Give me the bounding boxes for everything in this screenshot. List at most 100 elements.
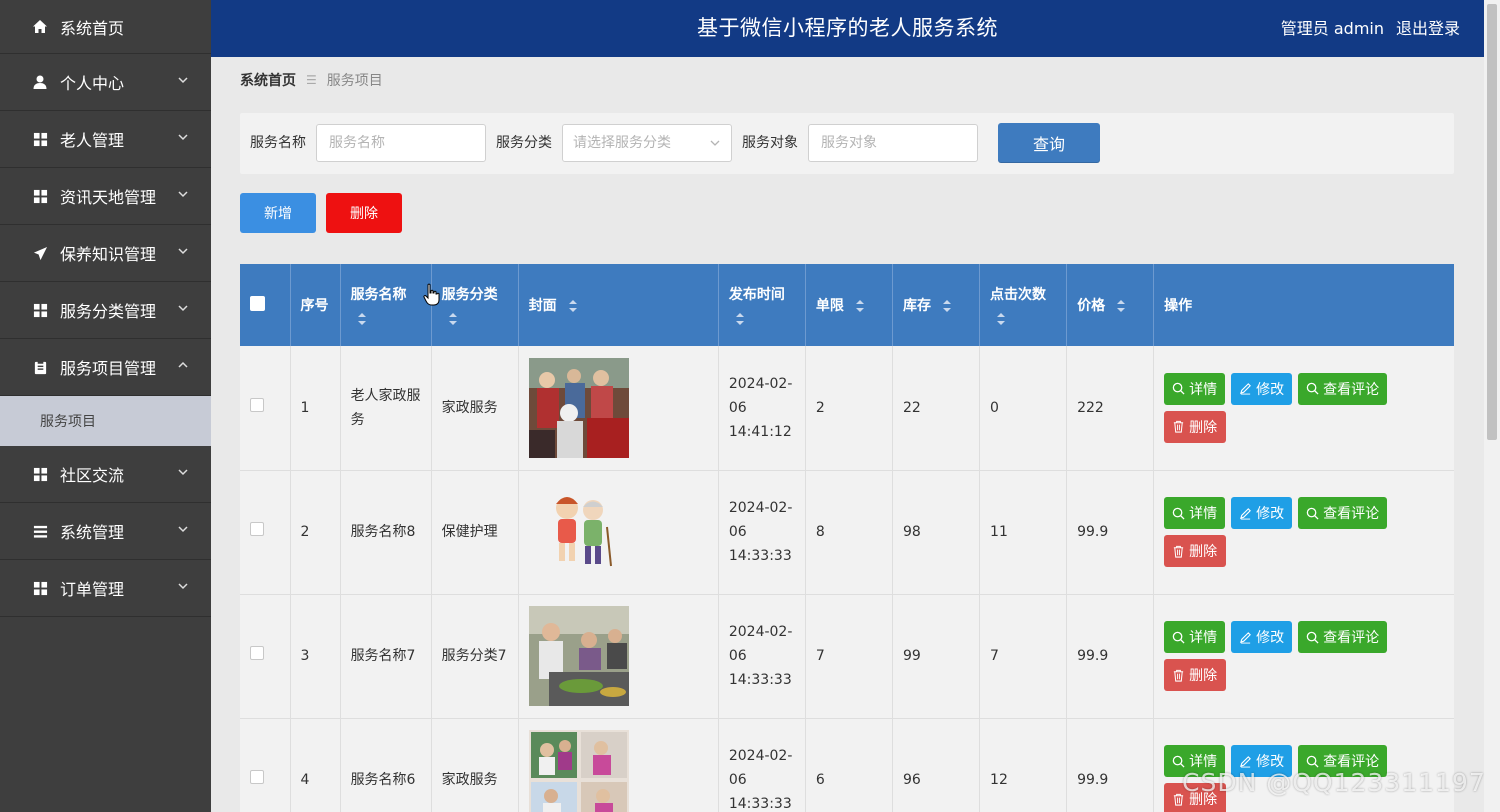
cell-operations: 详情 修改 查看评论 删除: [1153, 718, 1454, 812]
sidebar-item-news-management[interactable]: 资讯天地管理: [0, 168, 211, 225]
cell-service-category: 服务分类7: [431, 594, 519, 719]
chevron-down-icon: [178, 191, 188, 198]
row-select-cell: [240, 718, 291, 812]
sidebar-item-label: 个人中心: [60, 74, 125, 93]
sidebar-item-label: 老人管理: [60, 131, 125, 150]
sidebar-item-service-category[interactable]: 服务分类管理: [0, 282, 211, 339]
detail-button[interactable]: 详情: [1164, 621, 1226, 653]
column-clicks[interactable]: 点击次数: [979, 264, 1068, 346]
column-label: 封面: [528, 298, 557, 314]
sidebar-item-home[interactable]: 系统首页: [0, 0, 211, 54]
service-category-select[interactable]: 请选择服务分类: [562, 124, 732, 162]
cover-image-cartoon-elderly[interactable]: [528, 482, 629, 582]
cell-price: 99.9: [1066, 594, 1155, 719]
trash-icon: [1174, 669, 1184, 682]
trash-icon: [1174, 421, 1184, 433]
cell-publish-time: 2024-02-06 14:41:12: [718, 346, 806, 471]
search-icon: [1172, 382, 1185, 395]
column-cover[interactable]: 封面: [518, 264, 719, 346]
edit-button[interactable]: 修改: [1231, 372, 1293, 405]
service-target-input[interactable]: [808, 124, 978, 162]
sort-icon[interactable]: [996, 312, 1006, 326]
select-all-checkbox[interactable]: [250, 295, 265, 311]
sort-icon[interactable]: [357, 312, 367, 326]
cell-price: 99.9: [1066, 470, 1155, 595]
pencil-icon: [1240, 631, 1252, 644]
cover-image-meal-service[interactable]: [528, 606, 629, 706]
list-icon: [32, 523, 48, 539]
column-service-category[interactable]: 服务分类: [431, 264, 519, 346]
sidebar-item-label: 资讯天地管理: [60, 188, 157, 207]
cell-index: 4: [290, 718, 341, 812]
edit-button[interactable]: 修改: [1231, 497, 1293, 529]
sidebar-item-elderly-management[interactable]: 老人管理: [0, 111, 211, 168]
sidebar-item-community[interactable]: 社区交流: [0, 446, 211, 503]
logout-link[interactable]: 退出登录: [1396, 0, 1460, 57]
column-stock[interactable]: 库存: [892, 264, 981, 346]
sort-icon[interactable]: [1116, 299, 1126, 313]
scrollbar-thumb[interactable]: [1487, 4, 1497, 440]
detail-button[interactable]: 详情: [1164, 497, 1226, 529]
sort-icon[interactable]: [448, 312, 458, 326]
table-row: 2 服务名称8 保健护理 2024-02-06 14:33:33 8 98 11: [240, 470, 1454, 595]
delete-button[interactable]: 删除: [1164, 535, 1227, 567]
sort-icon[interactable]: [855, 299, 865, 313]
query-button[interactable]: 查询: [998, 123, 1100, 163]
column-publish-time[interactable]: 发布时间: [718, 264, 806, 346]
detail-button[interactable]: 详情: [1164, 372, 1226, 405]
sidebar-item-label: 订单管理: [60, 580, 125, 599]
column-price[interactable]: 价格: [1066, 264, 1155, 346]
breadcrumb-home[interactable]: 系统首页: [240, 70, 296, 90]
column-label: 服务分类: [441, 287, 498, 303]
page-scrollbar[interactable]: [1484, 0, 1500, 812]
top-header: 基于微信小程序的老人服务系统 管理员 admin 退出登录: [211, 0, 1484, 57]
sidebar-subitem-service-items[interactable]: 服务项目: [0, 396, 211, 446]
view-comments-label: 查看评论: [1323, 506, 1380, 522]
sidebar-item-order-management[interactable]: 订单管理: [0, 560, 211, 617]
sidebar-item-system-management[interactable]: 系统管理: [0, 503, 211, 560]
column-service-name[interactable]: 服务名称: [340, 264, 432, 346]
breadcrumb-separator-icon: ☰: [306, 73, 317, 87]
search-icon: [1172, 755, 1185, 768]
pencil-icon: [1240, 383, 1252, 395]
row-checkbox[interactable]: [250, 646, 264, 660]
service-category-label: 服务分类: [496, 135, 552, 151]
sidebar-item-personal-center[interactable]: 个人中心: [0, 54, 211, 111]
edit-button[interactable]: 修改: [1231, 621, 1293, 653]
cell-clicks: 12: [979, 718, 1068, 812]
paper-plane-icon: [32, 245, 48, 261]
delete-button[interactable]: 删除: [1164, 659, 1227, 691]
sort-icon[interactable]: [568, 299, 578, 313]
sidebar-item-label: 保养知识管理: [60, 245, 157, 264]
column-limit[interactable]: 单限: [805, 264, 893, 346]
column-label: 点击次数: [990, 287, 1047, 303]
view-comments-button[interactable]: 查看评论: [1298, 621, 1388, 653]
sidebar-item-care-knowledge[interactable]: 保养知识管理: [0, 225, 211, 282]
batch-delete-button[interactable]: 删除: [326, 193, 402, 233]
sidebar-item-label: 服务分类管理: [60, 302, 157, 321]
view-comments-button[interactable]: 查看评论: [1298, 372, 1388, 405]
delete-button[interactable]: 删除: [1164, 410, 1227, 443]
cover-image-home-care-collage[interactable]: [528, 730, 629, 812]
sidebar-item-service-project[interactable]: 服务项目管理: [0, 339, 211, 396]
breadcrumb: 系统首页 ☰ 服务项目: [240, 70, 383, 90]
column-label: 单限: [815, 298, 844, 314]
grid-icon: [32, 580, 48, 596]
sort-icon[interactable]: [735, 312, 745, 326]
service-name-input[interactable]: [316, 124, 486, 162]
row-checkbox[interactable]: [250, 770, 264, 784]
home-icon: [32, 19, 48, 35]
chevron-down-icon: [178, 134, 188, 141]
detail-label: 详情: [1189, 630, 1218, 646]
sort-icon[interactable]: [942, 299, 952, 313]
search-icon: [1172, 631, 1185, 644]
cell-limit: 2: [805, 346, 893, 471]
view-comments-button[interactable]: 查看评论: [1298, 497, 1388, 529]
cover-image-elderly-gathering[interactable]: [528, 357, 629, 458]
row-checkbox[interactable]: [250, 397, 264, 412]
add-button[interactable]: 新增: [240, 193, 316, 233]
row-checkbox[interactable]: [250, 522, 264, 536]
edit-label: 修改: [1256, 506, 1285, 522]
view-comments-label: 查看评论: [1323, 381, 1380, 398]
cell-index: 2: [290, 470, 341, 595]
